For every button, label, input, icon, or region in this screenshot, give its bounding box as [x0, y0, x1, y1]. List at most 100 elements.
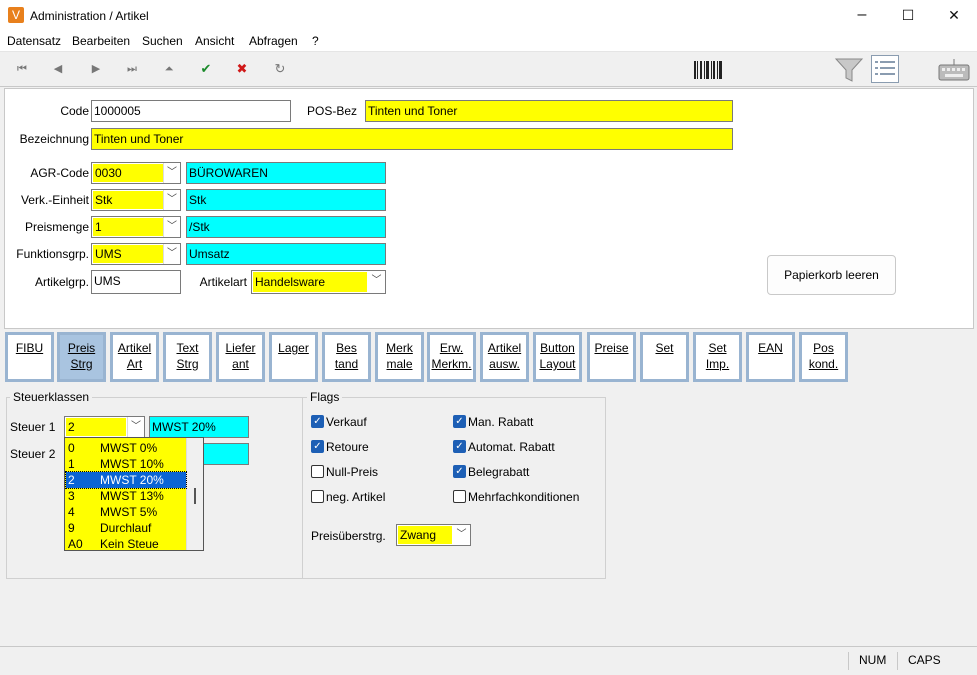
artikelart-combo[interactable]: Handelsware ﹀: [251, 270, 386, 294]
dropdown-scrollbar[interactable]: [186, 438, 203, 550]
checkbox-label[interactable]: Man. Rabatt: [468, 415, 533, 429]
checkbox-mehrfachkonditionen[interactable]: [453, 490, 466, 503]
steuer1-dropdown-list: 0 MWST 0% 1 MWST 10% 2 MWST 20% 3 MWST 13% 4 MWST…: [64, 437, 204, 551]
cancel-icon[interactable]: ✖: [232, 60, 252, 78]
preisueberstrg-combo[interactable]: Zwang ﹀: [396, 524, 471, 546]
tab-liefer-ant[interactable]: Liefer ant: [216, 332, 265, 382]
checkbox-man-rabatt[interactable]: ✓: [453, 415, 466, 428]
menu-bearbeiten[interactable]: Bearbeiten: [72, 34, 130, 48]
tab-merk-male[interactable]: Merk male: [375, 332, 424, 382]
first-record-icon[interactable]: ⏮: [12, 60, 32, 78]
dropdown-option[interactable]: 2 MWST 20%: [65, 471, 187, 489]
code-field[interactable]: 1000005: [91, 100, 291, 122]
tab-label-line2: kond.: [808, 357, 839, 371]
refresh-icon[interactable]: ↻: [270, 60, 290, 78]
checkbox-retoure[interactable]: ✓: [311, 440, 324, 453]
option-code: 4: [68, 505, 75, 519]
preismenge-label: Preismenge: [24, 220, 89, 234]
tab-set[interactable]: Set: [640, 332, 689, 382]
tab-label-line2: Strg: [176, 357, 199, 371]
checkbox-belegrabatt[interactable]: ✓: [453, 465, 466, 478]
tab-preis-strg[interactable]: Preis Strg: [57, 332, 106, 382]
dropdown-option[interactable]: 4 MWST 5%: [66, 504, 186, 520]
checkbox-null-preis[interactable]: [311, 465, 324, 478]
keyboard-icon[interactable]: [938, 58, 970, 82]
checkbox-label[interactable]: Belegrabatt: [468, 465, 529, 479]
verk-einheit-combo[interactable]: Stk ﹀: [91, 189, 181, 211]
barcode-icon[interactable]: [694, 61, 724, 79]
next-record-icon[interactable]: ▶: [86, 60, 106, 78]
tab-artikel-ausw[interactable]: Artikel ausw.: [480, 332, 529, 382]
preismenge-desc-field: /Stk: [186, 216, 386, 238]
dropdown-option[interactable]: 1 MWST 10%: [66, 456, 186, 472]
checkbox-label[interactable]: neg. Artikel: [326, 490, 385, 504]
tab-lager[interactable]: Lager: [269, 332, 318, 382]
option-code: A0: [68, 537, 83, 551]
checkbox-label[interactable]: Automat. Rabatt: [468, 440, 555, 454]
checkbox-label[interactable]: Retoure: [326, 440, 369, 454]
papierkorb-leeren-button[interactable]: Papierkorb leeren: [767, 255, 896, 295]
tab-label-line1: Merk: [386, 341, 413, 355]
dropdown-option[interactable]: 0 MWST 0%: [66, 440, 186, 456]
chevron-down-icon[interactable]: ﹀: [127, 417, 144, 437]
preismenge-combo[interactable]: 1 ﹀: [91, 216, 181, 238]
dropdown-option[interactable]: A0 Kein Steue: [66, 536, 186, 552]
menu-help[interactable]: ?: [312, 34, 319, 48]
tab-bes-tand[interactable]: Bes tand: [322, 332, 371, 382]
funktionsgrp-desc-field: Umsatz: [186, 243, 386, 265]
menu-datensatz[interactable]: Datensatz: [7, 34, 61, 48]
checkbox-label[interactable]: Null-Preis: [326, 465, 378, 479]
tab-preise[interactable]: Preise: [587, 332, 636, 382]
tab-set-imp[interactable]: Set Imp.: [693, 332, 742, 382]
steuer1-combo[interactable]: 2 ﹀: [64, 416, 145, 438]
tab-button-layout[interactable]: Button Layout: [533, 332, 582, 382]
tab-label-line2: ant: [232, 357, 249, 371]
close-button[interactable]: ✕: [931, 0, 977, 32]
toolbar: ⏮ ◀ ▶ ⏭ ⏶ ✔ ✖ ↻: [0, 52, 977, 87]
chevron-down-icon[interactable]: ﹀: [163, 217, 180, 237]
code-label: Code: [60, 104, 89, 118]
agr-code-label: AGR-Code: [30, 166, 89, 180]
menu-suchen[interactable]: Suchen: [142, 34, 183, 48]
checkbox-automat-rabatt[interactable]: ✓: [453, 440, 466, 453]
ok-icon[interactable]: ✔: [196, 60, 216, 78]
tab-label-line1: Bes: [336, 341, 357, 355]
filter-icon[interactable]: [834, 57, 864, 83]
tab-text-strg[interactable]: Text Strg: [163, 332, 212, 382]
dropdown-option[interactable]: 9 Durchlauf: [66, 520, 186, 536]
artikelgrp-field[interactable]: UMS: [91, 270, 181, 294]
option-code: 2: [68, 473, 75, 487]
tab-erw-merkm[interactable]: Erw. Merkm.: [427, 332, 476, 382]
dropdown-option[interactable]: 3 MWST 13%: [66, 488, 186, 504]
tab-pos-kond[interactable]: Pos kond.: [799, 332, 848, 382]
agr-code-combo[interactable]: 0030 ﹀: [91, 162, 181, 184]
up-icon[interactable]: ⏶: [159, 60, 179, 78]
chevron-down-icon[interactable]: ﹀: [163, 244, 180, 264]
menu-abfragen[interactable]: Abfragen: [249, 34, 298, 48]
tab-fibu[interactable]: FIBU: [5, 332, 54, 382]
checkbox-label[interactable]: Mehrfachkonditionen: [468, 490, 579, 504]
minimize-button[interactable]: –: [839, 0, 885, 32]
chevron-down-icon[interactable]: ﹀: [163, 190, 180, 210]
tab-artikel-art[interactable]: Artikel Art: [110, 332, 159, 382]
maximize-button[interactable]: ☐: [885, 0, 931, 32]
scrollbar-thumb[interactable]: [194, 488, 196, 504]
posbez-field[interactable]: Tinten und Toner: [365, 100, 733, 122]
chevron-down-icon[interactable]: ﹀: [368, 271, 385, 293]
funktionsgrp-combo[interactable]: UMS ﹀: [91, 243, 181, 265]
chevron-down-icon[interactable]: ﹀: [453, 525, 470, 545]
bezeichnung-field[interactable]: Tinten und Toner: [91, 128, 733, 150]
list-view-icon[interactable]: [871, 55, 899, 83]
last-record-icon[interactable]: ⏭: [122, 60, 142, 78]
checkbox-label[interactable]: Verkauf: [326, 415, 367, 429]
tab-label-line2: tand: [334, 357, 359, 371]
tab-label-line2: Strg: [70, 357, 93, 371]
tab-ean[interactable]: EAN: [746, 332, 795, 382]
bezeichnung-label: Bezeichnung: [19, 132, 89, 146]
chevron-down-icon[interactable]: ﹀: [163, 163, 180, 183]
prev-record-icon[interactable]: ◀: [48, 60, 68, 78]
checkbox-verkauf[interactable]: ✓: [311, 415, 324, 428]
checkbox-neg-artikel[interactable]: [311, 490, 324, 503]
menu-ansicht[interactable]: Ansicht: [195, 34, 234, 48]
option-text: Durchlauf: [100, 521, 152, 535]
